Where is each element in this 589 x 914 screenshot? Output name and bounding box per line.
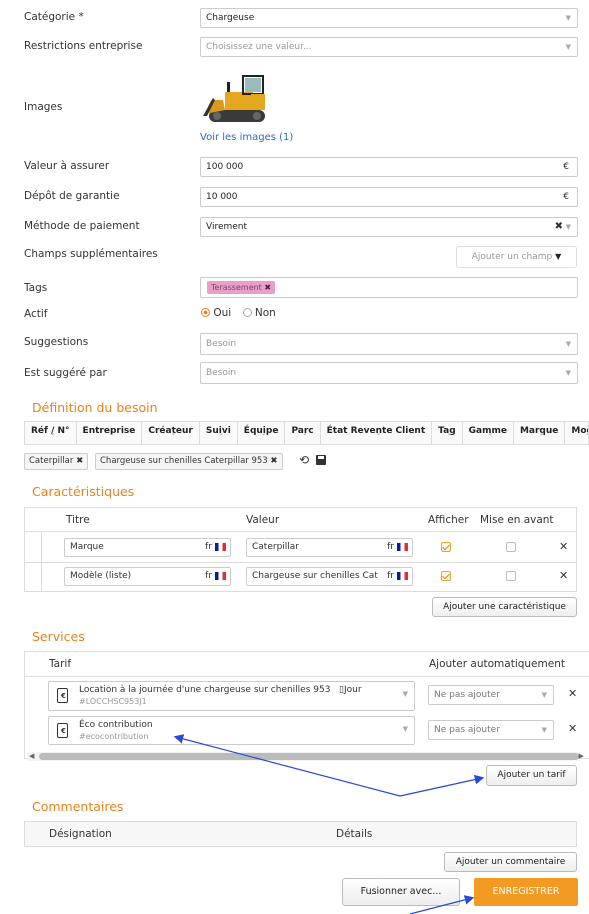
arrow-to-ajouter-tarif [399, 774, 485, 797]
arrow-to-enregistrer [409, 895, 475, 914]
arrow-to-eco [173, 734, 401, 797]
annotation-arrows [173, 734, 485, 914]
